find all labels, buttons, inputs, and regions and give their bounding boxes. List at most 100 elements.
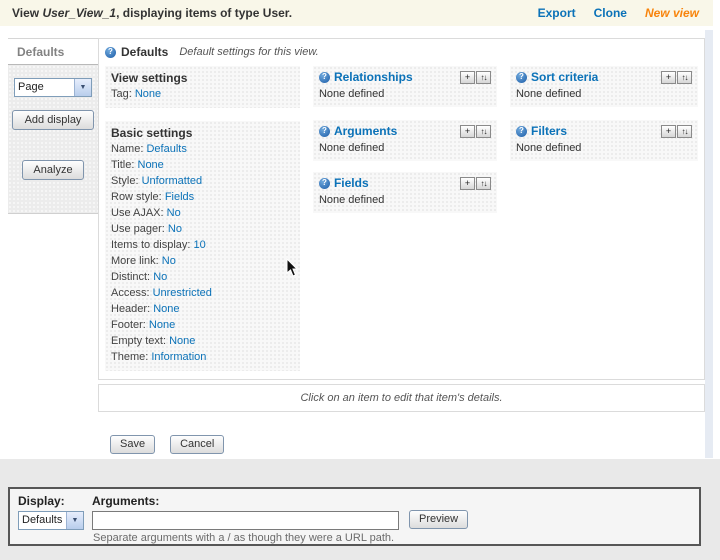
fields-title-link[interactable]: Fields: [334, 176, 369, 190]
column-3: ? Sort criteria + ↑↓ None defined ? Filt…: [509, 66, 698, 161]
theme-value-link[interactable]: Information: [151, 351, 206, 363]
arguments-help-text: Separate arguments with a / as though th…: [93, 532, 395, 544]
add-icon[interactable]: +: [459, 70, 475, 84]
rearrange-icon[interactable]: ↑↓: [677, 70, 692, 84]
add-icon[interactable]: +: [661, 70, 676, 84]
preview-arguments-label: Arguments:: [92, 494, 160, 508]
title-value-link[interactable]: None: [138, 159, 164, 171]
column-2: ? Relationships + ↑↓ None defined ? Argu…: [312, 66, 497, 213]
footer-value-link[interactable]: None: [149, 319, 175, 331]
page-title: View User_View_1, displaying items of ty…: [12, 6, 292, 20]
help-icon[interactable]: ?: [318, 125, 330, 137]
preview-display-select[interactable]: Defaults ▼: [18, 511, 84, 530]
help-icon[interactable]: ?: [515, 125, 527, 137]
relationships-title-link[interactable]: Relationships: [334, 70, 413, 84]
arguments-empty-text: None defined: [318, 142, 385, 154]
display-settings-panel: ? Defaults Default settings for this vie…: [98, 38, 705, 380]
sort-criteria-title-link[interactable]: Sort criteria: [531, 70, 598, 84]
relationships-box: ? Relationships + ↑↓ None defined: [312, 66, 497, 107]
new-view-link[interactable]: New view: [645, 6, 699, 20]
use-ajax-value-link[interactable]: No: [167, 207, 181, 219]
setting-row-header: Header: None: [111, 303, 180, 315]
empty-text-value-link[interactable]: None: [169, 335, 195, 347]
items-value-link[interactable]: 10: [194, 239, 206, 251]
header-value-link[interactable]: None: [153, 303, 179, 315]
view-name: User_View_1: [42, 6, 117, 20]
access-value-link[interactable]: Unrestricted: [153, 287, 212, 299]
help-icon[interactable]: ?: [515, 71, 527, 83]
setting-row-distinct: Distinct: No: [111, 271, 168, 283]
row-style-value-link[interactable]: Fields: [165, 191, 194, 203]
relationships-empty-text: None defined: [318, 88, 385, 100]
sort-criteria-header: ? Sort criteria + ↑↓: [515, 70, 692, 84]
filters-header: ? Filters + ↑↓: [515, 124, 692, 138]
filters-box: ? Filters + ↑↓ None defined: [509, 120, 698, 161]
add-display-button[interactable]: Add display: [12, 110, 94, 130]
use-pager-value-link[interactable]: No: [168, 223, 182, 235]
export-link[interactable]: Export: [538, 6, 576, 20]
arguments-input[interactable]: [92, 511, 399, 530]
fields-header: ? Fields + ↑↓: [318, 176, 491, 190]
save-button[interactable]: Save: [110, 435, 156, 454]
filters-empty-text: None defined: [515, 142, 582, 154]
sort-criteria-box: ? Sort criteria + ↑↓ None defined: [509, 66, 698, 107]
rearrange-icon[interactable]: ↑↓: [677, 124, 692, 138]
view-settings-title: View settings: [111, 71, 188, 85]
help-icon[interactable]: ?: [105, 46, 116, 58]
filters-title-link[interactable]: Filters: [531, 124, 567, 138]
add-icon[interactable]: +: [459, 176, 475, 190]
display-title-row: ? Defaults Default settings for this vie…: [99, 39, 704, 64]
setting-row-title: Title: None: [111, 159, 164, 171]
setting-row-name: Name: Defaults: [111, 143, 187, 155]
analyze-button[interactable]: Analyze: [22, 160, 84, 180]
title-prefix: View: [12, 6, 43, 20]
rearrange-icon[interactable]: ↑↓: [475, 176, 491, 190]
name-value-link[interactable]: Defaults: [146, 143, 186, 155]
relationships-ops: + ↑↓: [459, 70, 491, 84]
view-header-bar: View User_View_1, displaying items of ty…: [0, 0, 713, 26]
edit-note: Click on an item to edit that item's det…: [98, 384, 705, 412]
add-icon[interactable]: +: [661, 124, 676, 138]
add-icon[interactable]: +: [459, 124, 475, 138]
setting-row-use-pager: Use pager: No: [111, 223, 182, 235]
tab-defaults[interactable]: Defaults: [8, 38, 98, 65]
setting-row-items: Items to display: 10: [111, 239, 206, 251]
tag-value-link[interactable]: None: [135, 88, 161, 100]
display-title: Defaults: [121, 45, 169, 59]
clone-link[interactable]: Clone: [594, 6, 627, 20]
fields-empty-text: None defined: [318, 194, 385, 206]
style-value-link[interactable]: Unformatted: [142, 175, 203, 187]
display-type-value: Page: [18, 81, 44, 93]
rearrange-icon[interactable]: ↑↓: [475, 70, 491, 84]
fields-ops: + ↑↓: [459, 176, 491, 190]
preview-button[interactable]: Preview: [409, 510, 469, 529]
preview-display-value: Defaults: [22, 514, 63, 526]
display-type-select[interactable]: Page ▼: [14, 78, 92, 97]
fields-box: ? Fields + ↑↓ None defined: [312, 172, 497, 213]
display-add-panel: Page ▼ Add display Analyze: [8, 65, 98, 214]
title-suffix: , displaying items of type User.: [116, 6, 293, 20]
setting-row-use-ajax: Use AJAX: No: [111, 207, 181, 219]
setting-row-more-link: More link: No: [111, 255, 176, 267]
cancel-button[interactable]: Cancel: [170, 435, 225, 454]
help-icon[interactable]: ?: [318, 71, 330, 83]
view-settings-box: View settings Tag: None: [105, 66, 300, 108]
rearrange-icon[interactable]: ↑↓: [475, 124, 491, 138]
displays-sidebar: Defaults Page ▼ Add display Analyze: [8, 38, 98, 214]
more-link-value-link[interactable]: No: [162, 255, 176, 267]
settings-columns: View settings Tag: None Basic settings N…: [99, 64, 704, 371]
distinct-value-link[interactable]: No: [153, 271, 167, 283]
setting-row-footer: Footer: None: [111, 319, 176, 331]
header-links: Export Clone New view: [538, 6, 699, 20]
chevron-down-icon: ▼: [66, 512, 83, 529]
arguments-header: ? Arguments + ↑↓: [318, 124, 491, 138]
filters-ops: + ↑↓: [660, 124, 692, 138]
live-preview-panel: Display: Defaults ▼ Arguments: Preview S…: [8, 487, 701, 546]
basic-settings-box: Basic settings Name: Defaults Title: Non…: [105, 121, 300, 371]
help-icon[interactable]: ?: [318, 177, 330, 189]
setting-row-row-style: Row style: Fields: [111, 191, 195, 203]
arguments-title-link[interactable]: Arguments: [334, 124, 397, 138]
setting-row-tag: Tag: None: [111, 88, 162, 100]
relationships-header: ? Relationships + ↑↓: [318, 70, 491, 84]
setting-row-empty-text: Empty text: None: [111, 335, 196, 347]
